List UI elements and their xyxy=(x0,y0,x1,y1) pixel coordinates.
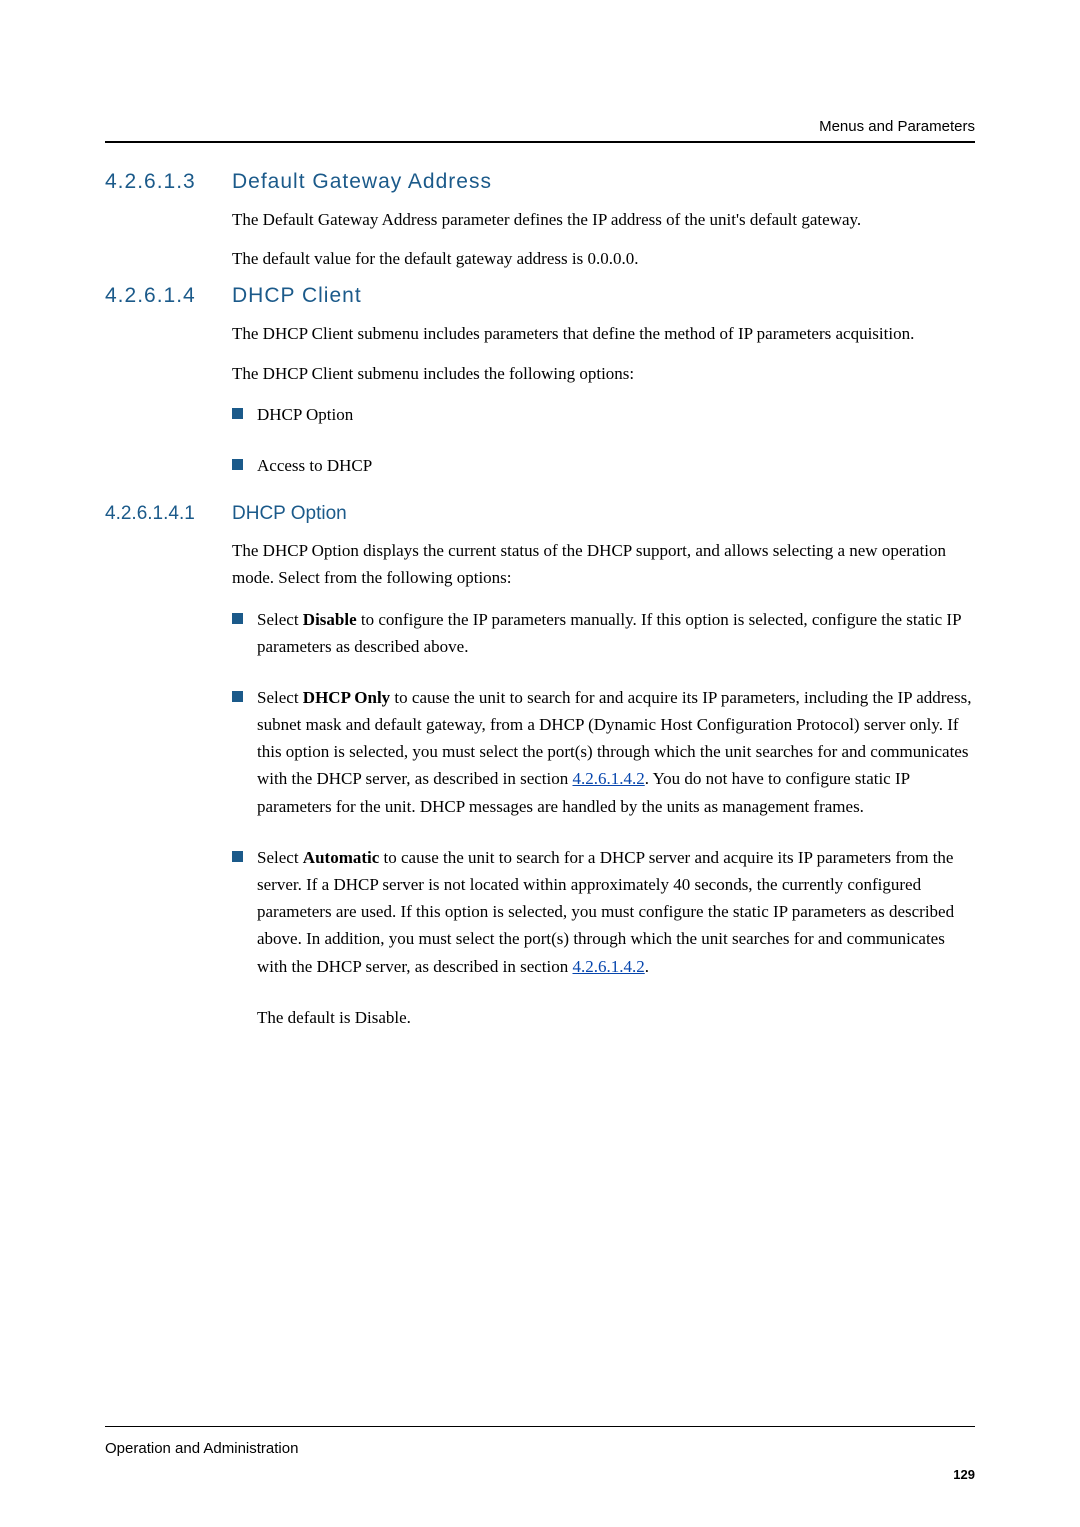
list-item-text: Select DHCP Only to cause the unit to se… xyxy=(257,684,975,820)
text-run: Select xyxy=(257,848,303,867)
text-run: Select xyxy=(257,688,303,707)
running-header: Menus and Parameters xyxy=(819,118,975,135)
list-item-text: DHCP Option xyxy=(257,401,975,428)
paragraph: The DHCP Option displays the current sta… xyxy=(232,537,975,591)
paragraph: The default value for the default gatewa… xyxy=(232,245,975,272)
square-bullet-icon xyxy=(232,691,243,702)
cross-reference-link[interactable]: 4.2.6.1.4.2 xyxy=(572,957,644,976)
text-run: to configure the IP parameters manually.… xyxy=(257,610,961,656)
paragraph: The DHCP Client submenu includes the fol… xyxy=(232,360,975,387)
bold-text: DHCP Only xyxy=(303,688,390,707)
section-title: Default Gateway Address xyxy=(232,170,492,194)
list-item-text: Select Automatic to cause the unit to se… xyxy=(257,844,975,980)
page-number: 129 xyxy=(953,1467,975,1482)
page-content: 4.2.6.1.3 Default Gateway Address The De… xyxy=(105,170,975,1031)
subsection-title: DHCP Option xyxy=(232,503,347,525)
section-number: 4.2.6.1.4 xyxy=(105,284,232,308)
square-bullet-icon xyxy=(232,613,243,624)
bold-text: Automatic xyxy=(303,848,379,867)
subsection-heading: 4.2.6.1.4.1 DHCP Option xyxy=(105,503,975,525)
subsection-number: 4.2.6.1.4.1 xyxy=(105,503,232,525)
paragraph: The Default Gateway Address parameter de… xyxy=(232,206,975,233)
bullet-list: Select Disable to configure the IP param… xyxy=(232,606,975,980)
bullet-list: DHCP Option Access to DHCP xyxy=(232,401,975,479)
section-heading: 4.2.6.1.3 Default Gateway Address xyxy=(105,170,975,194)
section-title: DHCP Client xyxy=(232,284,362,308)
list-item: Select Automatic to cause the unit to se… xyxy=(232,844,975,980)
list-item: Select DHCP Only to cause the unit to se… xyxy=(232,684,975,820)
footer-section-label: Operation and Administration xyxy=(105,1440,298,1457)
cross-reference-link[interactable]: 4.2.6.1.4.2 xyxy=(572,769,644,788)
list-item: Select Disable to configure the IP param… xyxy=(232,606,975,660)
footer-rule xyxy=(105,1426,975,1427)
list-item-text: Select Disable to configure the IP param… xyxy=(257,606,975,660)
section-number: 4.2.6.1.3 xyxy=(105,170,232,194)
list-item: Access to DHCP xyxy=(232,452,975,479)
header-rule xyxy=(105,141,975,143)
list-item: DHCP Option xyxy=(232,401,975,428)
text-run: . xyxy=(645,957,649,976)
list-item-text: Access to DHCP xyxy=(257,452,975,479)
square-bullet-icon xyxy=(232,459,243,470)
section-heading: 4.2.6.1.4 DHCP Client xyxy=(105,284,975,308)
text-run: Select xyxy=(257,610,303,629)
square-bullet-icon xyxy=(232,851,243,862)
bold-text: Disable xyxy=(303,610,357,629)
paragraph: The default is Disable. xyxy=(257,1004,975,1031)
square-bullet-icon xyxy=(232,408,243,419)
paragraph: The DHCP Client submenu includes paramet… xyxy=(232,320,975,347)
